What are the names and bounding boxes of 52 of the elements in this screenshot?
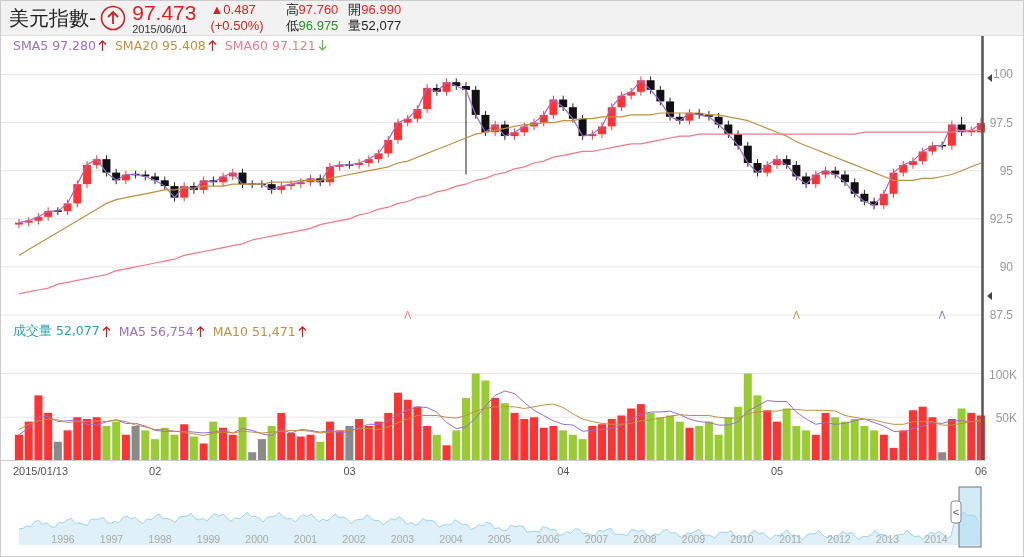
quote-date: 2015/06/01 xyxy=(132,23,189,35)
year-label: 1999 xyxy=(196,533,221,545)
year-label: 2004 xyxy=(439,533,463,545)
axis-label: 02 xyxy=(149,465,162,477)
axis-label: 06 xyxy=(975,465,988,477)
year-label: 1996 xyxy=(51,533,75,545)
stat-value: 96.975 xyxy=(298,18,339,34)
year-label: 2014 xyxy=(924,533,948,545)
axis-label: 90 xyxy=(999,259,1013,274)
stat-label: 低 xyxy=(285,18,299,34)
year-label: 2006 xyxy=(536,533,560,545)
stat-label: 高 xyxy=(285,2,299,18)
price-change: ▲0.487 xyxy=(210,2,257,18)
instrument-title: 美元指數- xyxy=(9,4,97,32)
year-label: 2005 xyxy=(487,533,512,545)
axis-label: 03 xyxy=(343,465,356,477)
year-label: 2009 xyxy=(681,533,706,545)
year-label: 2013 xyxy=(875,533,900,545)
year-label: 2010 xyxy=(730,533,754,545)
axis-label: 2015/01/13 xyxy=(13,465,69,477)
indicator-label: SMA5 97.280 xyxy=(13,38,96,53)
axis-label: 04 xyxy=(557,465,570,477)
stat-value: 52,077 xyxy=(361,18,402,34)
axis-label: 95 xyxy=(999,163,1013,178)
percent-change: (+0.50%) xyxy=(210,18,264,34)
indicator-label: SMA60 97.121 xyxy=(224,38,316,53)
stat-label: 量 xyxy=(348,18,362,34)
axis-label: 92.5 xyxy=(989,211,1013,226)
year-label: 2001 xyxy=(293,533,318,545)
year-label: 2000 xyxy=(245,533,269,545)
year-label: 1998 xyxy=(148,533,172,545)
year-label: 2007 xyxy=(584,533,609,545)
year-label: 2011 xyxy=(779,533,802,545)
stat-value: 96.990 xyxy=(361,2,402,18)
year-label: 1997 xyxy=(99,533,124,545)
axis-label: 100 xyxy=(992,67,1013,82)
axis-label: 87.5 xyxy=(989,308,1013,321)
year-label: 2012 xyxy=(827,533,851,545)
stat-label: 開 xyxy=(348,2,362,18)
axis-label: 100K xyxy=(988,367,1017,382)
year-label: 2002 xyxy=(342,533,366,545)
year-label: 2008 xyxy=(633,533,657,545)
indicator-label: MA5 56,754 xyxy=(118,324,194,339)
indicator-label: 成交量 52,077 xyxy=(13,323,100,340)
axis-label: 50K xyxy=(995,411,1017,426)
last-price: 97.473 xyxy=(132,1,197,23)
indicator-label: MA10 51,471 xyxy=(212,324,296,339)
axis-label: 97.5 xyxy=(989,115,1013,130)
axis-label: 05 xyxy=(770,465,784,477)
stat-value: 97.760 xyxy=(298,2,339,18)
indicator-label: SMA20 95.408 xyxy=(114,38,206,53)
year-label: 2003 xyxy=(390,533,415,545)
